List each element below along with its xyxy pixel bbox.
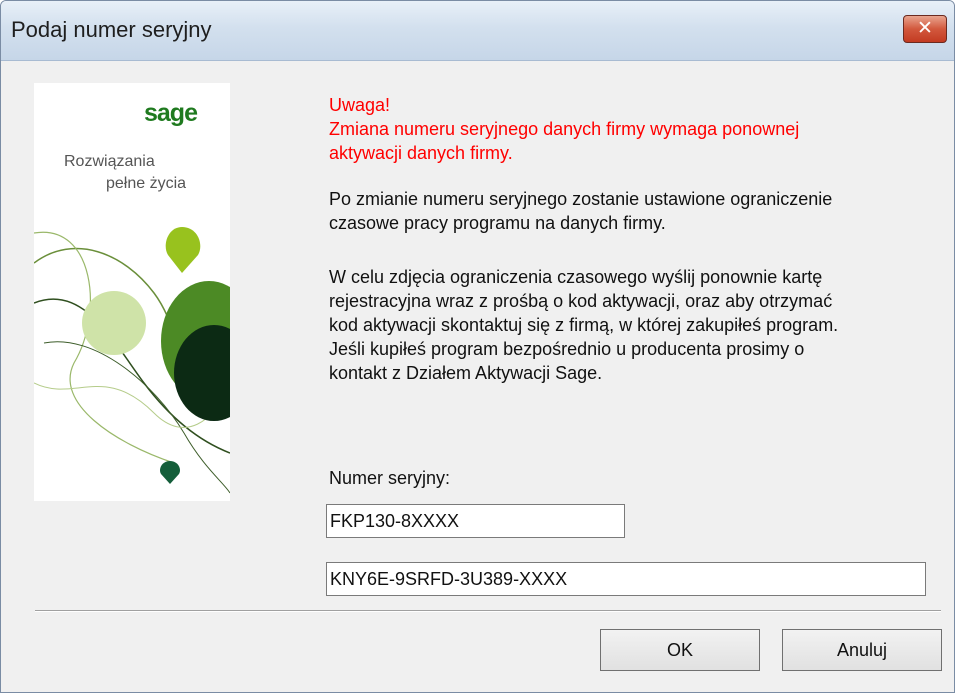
info-line: kontakt z Działem Aktywacji Sage. (329, 363, 603, 383)
brand-tagline-line2: pełne życia (106, 175, 187, 192)
limit-info-text: Po zmianie numeru seryjnego zostanie ust… (329, 187, 832, 235)
warning-message: Uwaga! Zmiana numeru seryjnego danych fi… (329, 93, 799, 165)
info-line: rejestracyjna wraz z prośbą o kod aktywa… (329, 291, 833, 311)
info-line: czasowe pracy programu na danych firmy. (329, 213, 666, 233)
sage-branding-image: sage Rozwiązania pełne życia (34, 83, 230, 501)
close-button[interactable]: ✕ (903, 15, 947, 43)
warning-line: aktywacji danych firmy. (329, 143, 513, 163)
separator (35, 610, 941, 612)
warning-line: Uwaga! (329, 95, 391, 115)
info-line: Jeśli kupiłeś program bezpośrednio u pro… (329, 339, 805, 359)
info-line: kod aktywacji skontaktuj się z firmą, w … (329, 315, 839, 335)
cancel-button[interactable]: Anuluj (782, 629, 942, 671)
leaf-decoration (34, 227, 230, 494)
info-line: Po zmianie numeru seryjnego zostanie ust… (329, 189, 833, 209)
close-icon: ✕ (917, 17, 933, 39)
serial-number-dialog: Podaj numer seryjny ✕ sage Rozwiązania p… (0, 0, 955, 693)
serial-number-field[interactable]: FKP130-8XXXX (326, 504, 625, 538)
activation-info-text: W celu zdjęcia ograniczenia czasowego wy… (329, 265, 838, 385)
title-bar: Podaj numer seryjny ✕ (1, 1, 954, 61)
dialog-title: Podaj numer seryjny (11, 17, 212, 42)
ok-button[interactable]: OK (600, 629, 760, 671)
serial-number-label: Numer seryjny: (329, 468, 451, 488)
sage-logo: sage (144, 99, 198, 127)
warning-line: Zmiana numeru seryjnego danych firmy wym… (329, 119, 800, 139)
info-line: W celu zdjęcia ograniczenia czasowego wy… (329, 267, 823, 287)
brand-tagline-line1: Rozwiązania (64, 153, 155, 170)
serial-key-field[interactable]: KNY6E-9SRFD-3U389-XXXX (326, 562, 926, 596)
